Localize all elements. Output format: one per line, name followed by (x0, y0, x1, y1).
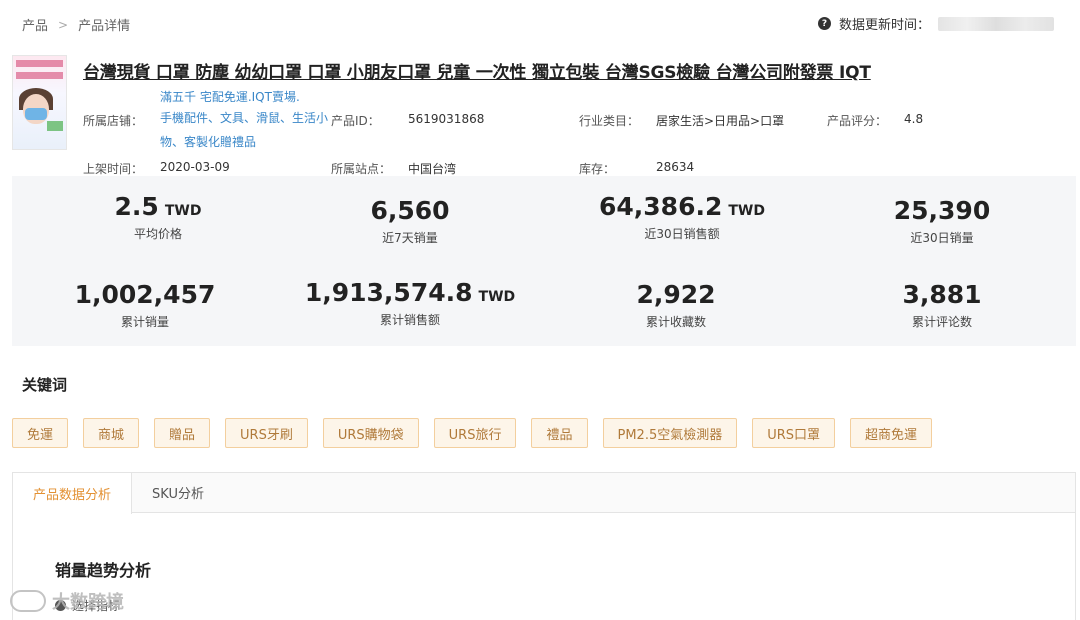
stat-label: 近30日销售额 (644, 227, 720, 241)
watermark-logo-icon (10, 590, 46, 612)
stat-label: 平均价格 (133, 227, 182, 241)
stat-value: 3,881 (902, 280, 982, 309)
stat-total-revenue: 1,913,574.8 TWD 累计销售额 (290, 278, 530, 328)
product-id-value: 5619031868 (408, 112, 485, 126)
stat-label: 近30日销量 (910, 231, 974, 245)
stat-total-sales: 1,002,457 累计销量 (25, 280, 265, 330)
watermark: 大数跨境 (10, 588, 124, 614)
stat-label: 累计销售额 (379, 313, 440, 327)
breadcrumb-item-products[interactable]: 产品 (22, 15, 48, 34)
stat-value: 2,922 (636, 280, 716, 309)
watermark-text: 大数跨境 (52, 592, 124, 613)
site-label: 所属站点： (331, 162, 392, 176)
keyword-tag[interactable]: URS牙刷 (225, 418, 308, 448)
stat-value: 1,002,457 (74, 280, 216, 309)
stat-30day-sales: 25,390 近30日销量 (822, 196, 1062, 246)
top-bar: 产品 > 产品详情 ? 数据更新时间： (0, 0, 1080, 44)
stat-total-favorites: 2,922 累计收藏数 (556, 280, 796, 330)
shop-name-link[interactable]: 滿五千 宅配免運.IQT賣場. (160, 88, 300, 105)
keyword-tag-list: 免運 商城 贈品 URS牙刷 URS購物袋 URS旅行 禮品 PM2.5空氣檢測… (12, 418, 933, 448)
keyword-tag[interactable]: URS購物袋 (322, 418, 419, 448)
stock-label: 库存： (579, 162, 616, 176)
rating-label: 产品评分： (827, 114, 888, 128)
stat-avg-price: 2.5 TWD 平均价格 (38, 192, 278, 242)
stat-7day-sales: 6,560 近7天销量 (290, 196, 530, 246)
stat-30day-revenue: 64,386.2 TWD 近30日销售额 (562, 192, 802, 242)
stock-value: 28634 (656, 160, 695, 174)
analysis-tabs: 产品数据分析 SKU分析 (13, 473, 1075, 514)
tab-sku-analysis[interactable]: SKU分析 (132, 473, 224, 512)
product-image[interactable] (12, 55, 67, 150)
update-label: 数据更新时间： (838, 18, 930, 33)
product-title-link[interactable]: 台灣現貨 口罩 防塵 幼幼口罩 口罩 小朋友口罩 兒童 一次性 獨立包裝 台灣S… (83, 58, 871, 83)
stat-label: 累计收藏数 (645, 315, 706, 329)
keyword-tag[interactable]: 贈品 (154, 418, 211, 448)
stat-value: 6,560 (370, 196, 450, 225)
product-id-label: 产品ID： (331, 114, 380, 128)
shop-label: 所属店铺： (83, 114, 144, 128)
data-update-time: ? 数据更新时间： (817, 14, 1054, 33)
listed-time-label: 上架时间： (83, 162, 144, 176)
stat-unit: TWD (478, 289, 516, 305)
chevron-right-icon: > (58, 17, 69, 32)
keywords-title: 关键词 (22, 376, 68, 394)
stat-total-reviews: 3,881 累计评论数 (822, 280, 1062, 330)
stat-unit: TWD (164, 203, 202, 219)
keyword-tag[interactable]: 超商免運 (850, 418, 933, 448)
site-value: 中国台湾 (408, 162, 457, 176)
keyword-tag[interactable]: 免運 (12, 418, 69, 448)
stat-label: 近7天销量 (382, 231, 438, 245)
stat-value: 1,913,574.8 (304, 278, 473, 307)
breadcrumb-item-detail: 产品详情 (78, 19, 131, 34)
stat-value: 2.5 (114, 192, 159, 221)
stats-panel: 2.5 TWD 平均价格 6,560 近7天销量 64,386.2 TWD 近30日… (12, 176, 1076, 346)
analysis-panel: 产品数据分析 SKU分析 销量趋势分析 选择指标 (12, 472, 1076, 620)
keyword-tag[interactable]: 禮品 (531, 418, 588, 448)
listed-time-value: 2020-03-09 (160, 160, 230, 174)
stat-value: 25,390 (893, 196, 991, 225)
breadcrumb: 产品 > 产品详情 (22, 15, 131, 35)
stat-unit: TWD (728, 203, 765, 219)
keyword-tag[interactable]: PM2.5空氣檢測器 (602, 418, 738, 448)
keyword-tag[interactable]: 商城 (83, 418, 140, 448)
industry-value: 居家生活>日用品>口罩 (656, 114, 785, 128)
stat-label: 累计评论数 (911, 315, 972, 329)
industry-label: 行业类目： (579, 114, 640, 128)
update-time-value-blurred (938, 16, 1054, 31)
stat-value: 64,386.2 (599, 192, 723, 221)
shop-categories-link[interactable]: 手機配件、文具、滑鼠、生活小物、客製化贈禮品 (160, 106, 330, 154)
tab-product-data-analysis[interactable]: 产品数据分析 (13, 473, 133, 514)
rating-value: 4.8 (904, 112, 924, 126)
keyword-tag[interactable]: URS旅行 (433, 418, 517, 448)
stat-label: 累计销量 (120, 315, 169, 329)
keyword-tag[interactable]: URS口罩 (752, 418, 836, 448)
sales-trend-title: 销量趋势分析 (55, 561, 152, 580)
help-icon[interactable]: ? (817, 17, 831, 30)
